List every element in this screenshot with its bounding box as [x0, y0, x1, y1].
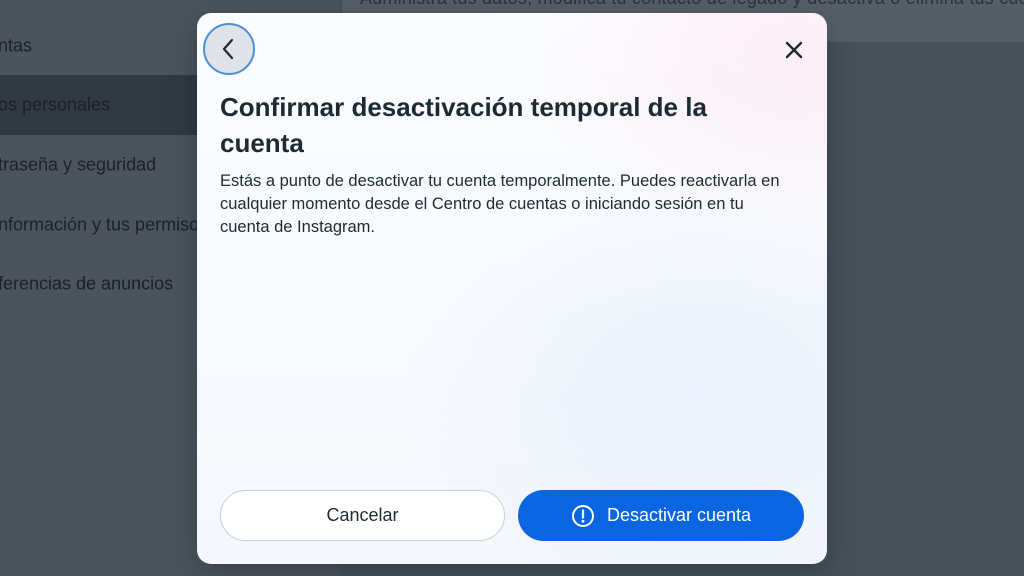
- sidebar-item-label: ferencias de anuncios: [0, 273, 174, 294]
- deactivation-confirm-dialog: Confirmar desactivación temporal de la c…: [197, 13, 827, 564]
- back-button[interactable]: [203, 23, 255, 75]
- deactivate-button-label: Desactivar cuenta: [606, 505, 752, 525]
- sidebar-item-label: nformación y tus permisos: [0, 214, 209, 235]
- warning-circle-icon: [571, 504, 595, 528]
- dialog-description: Estás a punto de desactivar tu cuenta te…: [220, 172, 780, 236]
- deactivate-account-button[interactable]: Desactivar cuenta: [518, 490, 804, 541]
- close-icon: [785, 41, 803, 59]
- close-button[interactable]: [779, 35, 809, 65]
- dialog-title: Confirmar desactivación temporal de la c…: [220, 92, 707, 158]
- sidebar-item-label: traseña y seguridad: [0, 154, 157, 175]
- sidebar-item-label: ntas: [0, 35, 33, 56]
- sidebar-item-label: os personales: [0, 94, 111, 115]
- cancel-button[interactable]: Cancelar: [220, 490, 505, 541]
- background-description-text: Administra tus datos, modifica tu contac…: [360, 0, 1024, 9]
- cancel-button-label: Cancelar: [326, 505, 399, 525]
- chevron-left-icon: [222, 38, 234, 60]
